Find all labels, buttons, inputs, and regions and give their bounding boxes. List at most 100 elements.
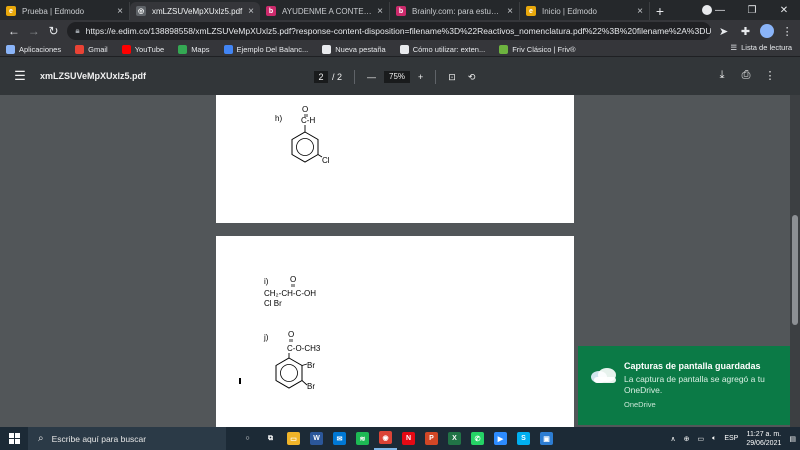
zoom-in-icon[interactable]: + xyxy=(418,72,423,82)
close-tab-icon[interactable]: × xyxy=(248,6,254,17)
taskbar-app[interactable]: P xyxy=(420,427,443,450)
notifications-icon[interactable]: ▤ xyxy=(789,435,796,443)
more-options-icon[interactable]: ⋮ xyxy=(758,69,782,82)
lock-icon: 🔒︎ xyxy=(75,26,80,35)
taskbar-app[interactable]: ⧉ xyxy=(259,427,282,450)
taskbar-app[interactable]: ◉ xyxy=(374,427,397,450)
bromine-label: Br xyxy=(307,382,315,391)
taskbar-app[interactable]: ○ xyxy=(236,427,259,450)
carbon-chain-label: CH₂-CH-C-OH xyxy=(264,289,316,298)
menu-dots-icon[interactable]: ⋮ xyxy=(778,25,796,38)
onedrive-notification[interactable]: Capturas de pantalla guardadas La captur… xyxy=(578,346,790,425)
taskbar-app[interactable]: ✉ xyxy=(328,427,351,450)
taskbar-app[interactable]: ▶ xyxy=(489,427,512,450)
taskbar-app[interactable]: ▣ xyxy=(535,427,558,450)
url-text: https://e.edim.co/138898558/xmLZSUVeMpXU… xyxy=(85,26,711,36)
language-indicator[interactable]: ESP xyxy=(724,435,738,442)
avatar[interactable] xyxy=(760,24,775,38)
youtube-icon xyxy=(121,44,131,54)
close-tab-icon[interactable]: × xyxy=(377,6,383,17)
browser-tab[interactable]: b AYUDENME A CONTESTAR ES× xyxy=(260,2,390,20)
brainly-icon: b xyxy=(396,6,406,16)
fit-page-icon[interactable]: ⊡ xyxy=(448,72,456,83)
notification-body: La captura de pantalla se agregó a tu On… xyxy=(624,374,765,395)
close-window-icon[interactable]: ✕ xyxy=(768,5,800,16)
substituents-label: Cl Br xyxy=(264,299,282,308)
netflix-icon: N xyxy=(402,432,415,445)
zoom-out-icon[interactable]: — xyxy=(367,72,376,82)
onedrive-cloud-icon xyxy=(591,368,616,383)
bookmark-item[interactable]: Ejemplo Del Balanc... xyxy=(223,44,308,54)
bookmark-item[interactable]: YouTube xyxy=(121,44,165,54)
whatsapp-icon: ✆ xyxy=(471,432,484,445)
spotify-icon: ≋ xyxy=(356,432,369,445)
taskbar-app[interactable]: ≋ xyxy=(351,427,374,450)
taskbar-app[interactable]: N xyxy=(397,427,420,450)
download-icon[interactable]: ⤓ xyxy=(710,69,734,82)
hamburger-icon[interactable]: ☰ xyxy=(0,68,40,84)
bookmark-item[interactable]: Nueva pestaña xyxy=(322,44,386,54)
oxygen-label: O xyxy=(302,105,308,114)
taskbar-app[interactable]: ✆ xyxy=(466,427,489,450)
browser-tab[interactable]: e Prueba | Edmodo × xyxy=(0,2,130,20)
address-bar[interactable]: 🔒︎ https://e.edim.co/138898558/xmLZSUVeM… xyxy=(67,22,711,40)
scrollbar[interactable] xyxy=(790,95,800,427)
powerpoint-icon: P xyxy=(425,432,438,445)
print-icon[interactable]: ⎙ xyxy=(734,69,758,82)
extensions-icon[interactable]: ✚ xyxy=(737,25,755,38)
bookmark-label: Nueva pestaña xyxy=(335,44,386,54)
taskbar-search-input[interactable]: ⌕ Escribe aquí para buscar xyxy=(28,427,226,450)
scrollbar-thumb[interactable] xyxy=(792,215,798,325)
network-icon[interactable]: ⊕ xyxy=(684,435,690,443)
taskbar-app[interactable]: S xyxy=(512,427,535,450)
apps-grid-icon xyxy=(6,44,15,54)
new-tab-button[interactable]: + xyxy=(650,2,670,20)
taskbar-app[interactable]: W xyxy=(305,427,328,450)
photos-icon: ▣ xyxy=(540,432,553,445)
clock-date: 29/06/2021 xyxy=(746,439,782,447)
bookmark-item[interactable]: Gmail xyxy=(75,44,108,54)
pdf-page-1: h) O C-H Cl xyxy=(216,95,574,223)
browser-tab[interactable]: ◎ xmLZSUVeMpXUxlz5.pdf × xyxy=(130,2,260,20)
back-icon[interactable]: ← xyxy=(4,24,24,38)
bookmark-item[interactable]: Friv Clásico | Friv® xyxy=(499,44,576,54)
battery-icon[interactable]: ▭ xyxy=(697,435,704,443)
close-tab-icon[interactable]: × xyxy=(637,6,643,17)
maximize-icon[interactable]: ❐ xyxy=(736,5,768,16)
aldehyde-group-label: C-H xyxy=(301,116,315,125)
bookmark-label: YouTube xyxy=(134,44,165,54)
chevron-up-icon[interactable]: ∧ xyxy=(670,435,675,443)
tab-title: Brainly.com: para estudiante xyxy=(412,6,504,16)
notification-title: Capturas de pantalla guardadas xyxy=(624,361,761,371)
taskbar: ⌕ Escribe aquí para buscar ○ ⧉ ▭ W ✉ ≋ ◉ N P X ✆ ▶ S… xyxy=(0,427,800,450)
windows-start-button[interactable] xyxy=(0,433,28,444)
pdf-filename: xmLZSUVeMpXUxlz5.pdf xyxy=(40,71,147,81)
forward-icon[interactable]: → xyxy=(24,24,44,38)
page-number-input[interactable]: 2 xyxy=(314,71,328,83)
speaker-icon[interactable]: 🔈︎ xyxy=(712,435,716,443)
page-controls: 2 / 2 — 75% + ⊡ ⟲ xyxy=(314,70,475,84)
close-tab-icon[interactable]: × xyxy=(117,6,123,17)
browser-tab[interactable]: e Inicio | Edmodo × xyxy=(520,2,650,20)
system-tray: ∧ ⊕ ▭ 🔈︎ ESP 11:27 a. m. 29/06/2021 ▤ xyxy=(662,427,796,450)
reload-icon[interactable]: ↻ xyxy=(44,24,64,38)
close-tab-icon[interactable]: × xyxy=(507,6,513,17)
bookmark-item[interactable]: Aplicaciones xyxy=(6,44,61,54)
brainly-icon: b xyxy=(266,6,276,16)
oxygen-label: O xyxy=(288,330,294,339)
zoom-input[interactable]: 75% xyxy=(384,71,411,83)
minimize-icon[interactable]: — xyxy=(704,5,736,16)
bookmark-item[interactable]: Maps xyxy=(178,44,210,54)
taskbar-app[interactable]: ▭ xyxy=(282,427,305,450)
taskbar-app[interactable]: X xyxy=(443,427,466,450)
skype-icon: S xyxy=(517,432,530,445)
send-icon[interactable]: ➤ xyxy=(715,25,733,38)
pdf-actions: ⤓ ⎙ ⋮ xyxy=(710,69,782,82)
clock[interactable]: 11:27 a. m. 29/06/2021 xyxy=(746,430,781,448)
browser-tab[interactable]: b Brainly.com: para estudiante × xyxy=(390,2,520,20)
rotate-icon[interactable]: ⟲ xyxy=(468,72,476,83)
reading-list-button[interactable]: ☰ Lista de lectura xyxy=(730,43,792,52)
bookmark-item[interactable]: Cómo utilizar: exten... xyxy=(399,44,485,54)
bookmark-label: Maps xyxy=(191,44,210,54)
edmodo-icon: e xyxy=(6,6,16,16)
